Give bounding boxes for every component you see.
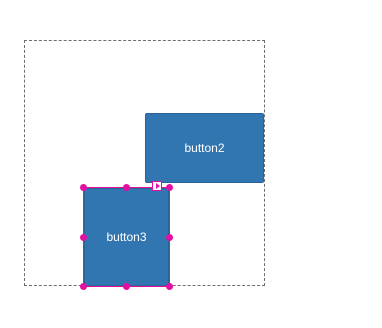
resize-handle-right[interactable] <box>166 234 173 241</box>
resize-handle-bottom[interactable] <box>123 283 130 290</box>
form-designer-canvas: button2 button3 <box>0 0 382 328</box>
resize-handle-top-left[interactable] <box>80 184 87 191</box>
smart-tag-arrow-icon[interactable] <box>152 181 162 191</box>
resize-handle-top-right[interactable] <box>166 184 173 191</box>
button3[interactable]: button3 <box>84 188 169 286</box>
resize-handle-top[interactable] <box>123 184 130 191</box>
resize-handle-bottom-left[interactable] <box>80 283 87 290</box>
resize-handle-left[interactable] <box>80 234 87 241</box>
button2[interactable]: button2 <box>145 113 264 183</box>
resize-handle-bottom-right[interactable] <box>166 283 173 290</box>
